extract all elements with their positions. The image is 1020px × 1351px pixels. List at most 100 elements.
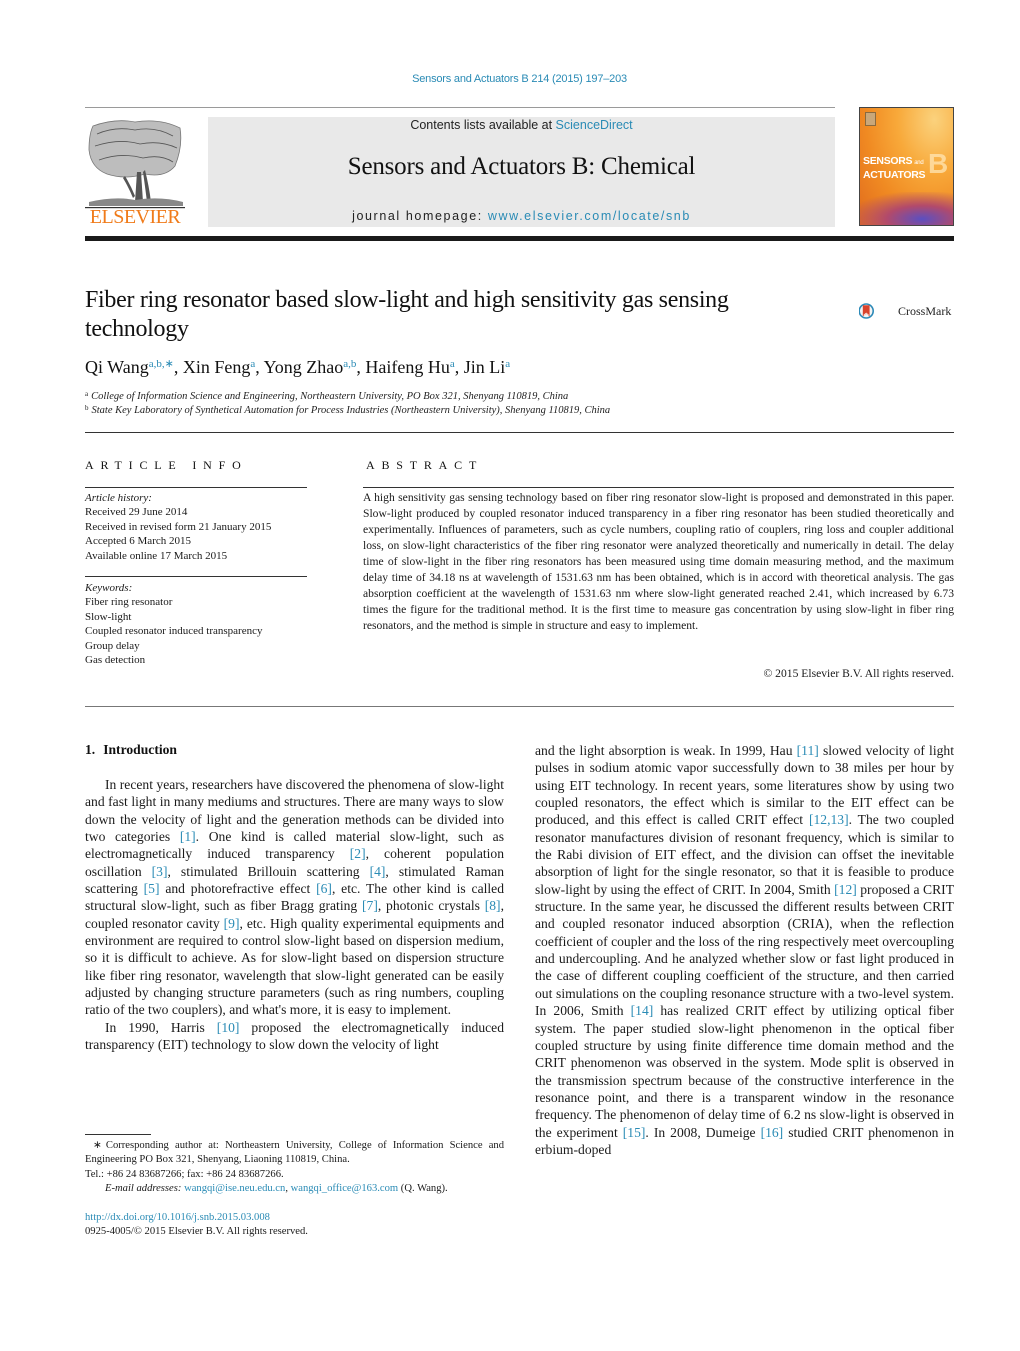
- body-text: proposed a CRIT structure. In the same y…: [535, 881, 955, 1019]
- author[interactable]: Haifeng Hua: [365, 357, 454, 377]
- history-item: Available online 17 March 2015: [85, 549, 228, 562]
- cover-title: SENSORS and ACTUATORS: [863, 155, 926, 181]
- elsevier-wordmark: ELSEVIER: [89, 206, 181, 228]
- journal-cover-thumbnail[interactable]: B SENSORS and ACTUATORS: [859, 107, 954, 226]
- citation-reference-link[interactable]: [11]: [797, 743, 819, 758]
- article-history-label: Article history:: [85, 492, 152, 504]
- header-top-rule: [85, 107, 835, 108]
- section-divider: [85, 706, 954, 707]
- author-affiliation-marks[interactable]: a: [505, 358, 510, 370]
- author-affiliation-marks[interactable]: a,b: [343, 358, 356, 370]
- cover-publisher-emblem-icon: [865, 112, 876, 126]
- email-link[interactable]: wangqi_office@163.com: [291, 1183, 399, 1194]
- corresponding-author-footnote: ∗ Corresponding author at: Northeastern U…: [85, 1140, 504, 1194]
- contents-availability-line: Contents lists available at ScienceDirec…: [208, 118, 835, 132]
- citation-reference-link[interactable]: [16]: [761, 1125, 784, 1140]
- email-owner: (Q. Wang).: [400, 1182, 448, 1194]
- corresponding-address: Corresponding author at: Northeastern Un…: [85, 1140, 504, 1166]
- abstract-text: A high sensitivity gas sensing technolog…: [363, 491, 954, 632]
- keywords-label: Keywords:: [85, 582, 133, 594]
- citation-reference-link[interactable]: [6]: [316, 881, 332, 896]
- header-heavy-rule: [85, 236, 954, 241]
- footnote-rule: [85, 1134, 151, 1135]
- paragraph: and the light absorption is weak. In 199…: [535, 742, 954, 1158]
- doi-link[interactable]: http://dx.doi.org/10.1016/j.snb.2015.03.…: [85, 1212, 270, 1223]
- cover-title-line2: ACTUATORS: [863, 169, 926, 181]
- citation-reference-link[interactable]: [7]: [362, 898, 378, 913]
- homepage-prefix: journal homepage:: [352, 209, 488, 223]
- history-item: Received in revised form 21 January 2015: [85, 520, 272, 533]
- section-heading-introduction: 1. Introduction: [85, 742, 177, 758]
- body-text: and photorefractive effect: [159, 881, 317, 897]
- keywords-rule: [85, 576, 307, 577]
- footnote-star: ∗: [93, 1140, 102, 1151]
- crossmark-icon[interactable]: [859, 291, 899, 331]
- history-item: Accepted 6 March 2015: [85, 535, 191, 548]
- author-affiliation-marks[interactable]: a: [450, 358, 455, 370]
- keywords: Keywords: Fiber ring resonator Slow-ligh…: [85, 581, 325, 667]
- cover-title-line1: SENSORS: [863, 155, 913, 167]
- abstract-rule: [363, 487, 954, 488]
- body-column-left: In recent years, researchers have discov…: [85, 776, 504, 1054]
- contents-prefix: Contents lists available at: [410, 118, 556, 132]
- crossmark-label[interactable]: CrossMark: [898, 304, 951, 319]
- journal-name: Sensors and Actuators B: Chemical: [347, 153, 696, 180]
- citation-reference-link[interactable]: [2]: [350, 846, 366, 861]
- keyword: Coupled resonator induced transparency: [85, 625, 263, 638]
- sciencedirect-link[interactable]: ScienceDirect: [556, 118, 633, 132]
- body-text: . In 2008, Dumeige: [645, 1124, 761, 1140]
- article-history: Article history: Received 29 June 2014 R…: [85, 491, 325, 563]
- keyword: Gas detection: [85, 654, 146, 667]
- keyword: Slow-light: [85, 610, 132, 623]
- abstract-copyright: © 2015 Elsevier B.V. All rights reserved…: [763, 667, 954, 680]
- email-link[interactable]: wangqi@ise.neu.edu.cn: [184, 1183, 285, 1194]
- section-number: 1.: [85, 742, 96, 757]
- author[interactable]: Xin Fenga: [183, 357, 255, 377]
- keyword: Group delay: [85, 639, 140, 652]
- citation-reference-link[interactable]: [4]: [370, 864, 386, 879]
- author-affiliation-marks[interactable]: a,b,∗: [149, 358, 174, 370]
- author-list: Qi Wanga,b,∗, Xin Fenga, Yong Zhaoa,b, H…: [85, 357, 511, 377]
- author[interactable]: Qi Wanga,b,∗: [85, 357, 174, 377]
- citation-reference-link[interactable]: [8]: [485, 898, 501, 913]
- citation-reference-link[interactable]: [1]: [180, 829, 196, 844]
- body-text: In 1990, Harris: [105, 1019, 217, 1035]
- citation-reference-link[interactable]: [10]: [217, 1020, 240, 1035]
- body-text: , photonic crystals: [377, 898, 485, 914]
- citation-reference-link[interactable]: [9]: [224, 916, 240, 931]
- citation-reference-link[interactable]: [3]: [152, 864, 168, 879]
- body-text: , stimulated Brillouin scattering: [167, 863, 370, 879]
- journal-citation-link[interactable]: Sensors and Actuators B 214 (2015) 197–2…: [0, 73, 1020, 85]
- paragraph: In recent years, researchers have discov…: [85, 776, 504, 1019]
- history-item: Received 29 June 2014: [85, 506, 188, 519]
- abstract-heading: ABSTRACT: [366, 458, 484, 472]
- article-info-heading: ARTICLE INFO: [85, 458, 248, 472]
- section-title: Introduction: [103, 742, 177, 757]
- keyword: Fiber ring resonator: [85, 596, 173, 609]
- body-text: has realized CRIT effect by utilizing op…: [535, 1003, 955, 1140]
- author[interactable]: Jin Lia: [464, 357, 510, 377]
- author-affiliation-marks[interactable]: a: [250, 358, 255, 370]
- citation-reference-link[interactable]: [14]: [631, 1003, 654, 1018]
- paragraph: In 1990, Harris [10] proposed the electr…: [85, 1019, 504, 1054]
- body-column-right: and the light absorption is weak. In 199…: [535, 742, 954, 1158]
- cover-title-and: and: [914, 160, 924, 166]
- citation-reference-link[interactable]: [5]: [144, 881, 160, 896]
- citation-reference-link[interactable]: [15]: [623, 1125, 646, 1140]
- article-title: Fiber ring resonator based slow-light an…: [85, 287, 729, 342]
- author[interactable]: Yong Zhaoa,b: [264, 357, 357, 377]
- cover-letter: B: [928, 148, 949, 179]
- article-info-rule: [85, 487, 307, 488]
- cover-art-decoration: [860, 192, 953, 225]
- contact-numbers: Tel.: +86 24 83687266; fax: +86 24 83687…: [85, 1168, 284, 1180]
- journal-homepage-line: journal homepage: www.elsevier.com/locat…: [208, 209, 835, 223]
- issn-copyright: 0925-4005/© 2015 Elsevier B.V. All right…: [85, 1226, 308, 1237]
- citation-reference-link[interactable]: [12,13]: [809, 812, 849, 827]
- affiliation-b: b State Key Laboratory of Synthetical Aut…: [85, 404, 611, 416]
- journal-homepage-link[interactable]: www.elsevier.com/locate/snb: [488, 209, 691, 223]
- body-text: , etc. High quality experimental equipme…: [85, 915, 504, 1018]
- citation-reference-link[interactable]: [12]: [834, 882, 857, 897]
- journal-header-box: Contents lists available at ScienceDirec…: [208, 117, 835, 227]
- email-label: E-mail addresses:: [105, 1182, 182, 1194]
- body-text: and the light absorption is weak. In 199…: [535, 743, 797, 758]
